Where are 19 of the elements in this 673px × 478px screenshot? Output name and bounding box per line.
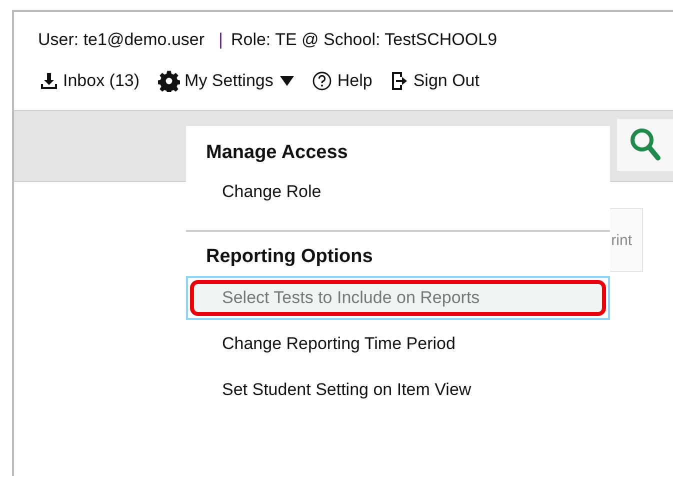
download-icon bbox=[40, 72, 58, 90]
help-link[interactable]: Help bbox=[312, 71, 372, 91]
menu-section-heading: Reporting Options bbox=[205, 245, 374, 269]
settings-menu-button[interactable]: My Settings bbox=[158, 70, 294, 92]
role-label: Role: TE @ School: TestSCHOOL9 bbox=[230, 30, 498, 50]
gear-icon bbox=[158, 70, 180, 92]
sign-out-link[interactable]: Sign Out bbox=[390, 71, 480, 91]
separator: | bbox=[218, 30, 223, 50]
search-icon bbox=[629, 127, 661, 163]
sign-out-icon bbox=[390, 71, 408, 91]
menu-item[interactable]: Select Tests to Include on Reports bbox=[190, 280, 606, 316]
menu-section-heading: Manage Access bbox=[205, 141, 349, 165]
menu-item[interactable]: Set Student Setting on Item View bbox=[186, 370, 610, 416]
search-button[interactable] bbox=[617, 119, 673, 171]
user-label: User: te1@demo.user bbox=[38, 30, 205, 50]
inbox-link[interactable]: Inbox (13) bbox=[40, 71, 140, 91]
menu-item[interactable]: Change Reporting Time Period bbox=[186, 324, 610, 370]
menu-item[interactable]: Change Role bbox=[186, 172, 610, 218]
help-icon bbox=[312, 71, 332, 91]
